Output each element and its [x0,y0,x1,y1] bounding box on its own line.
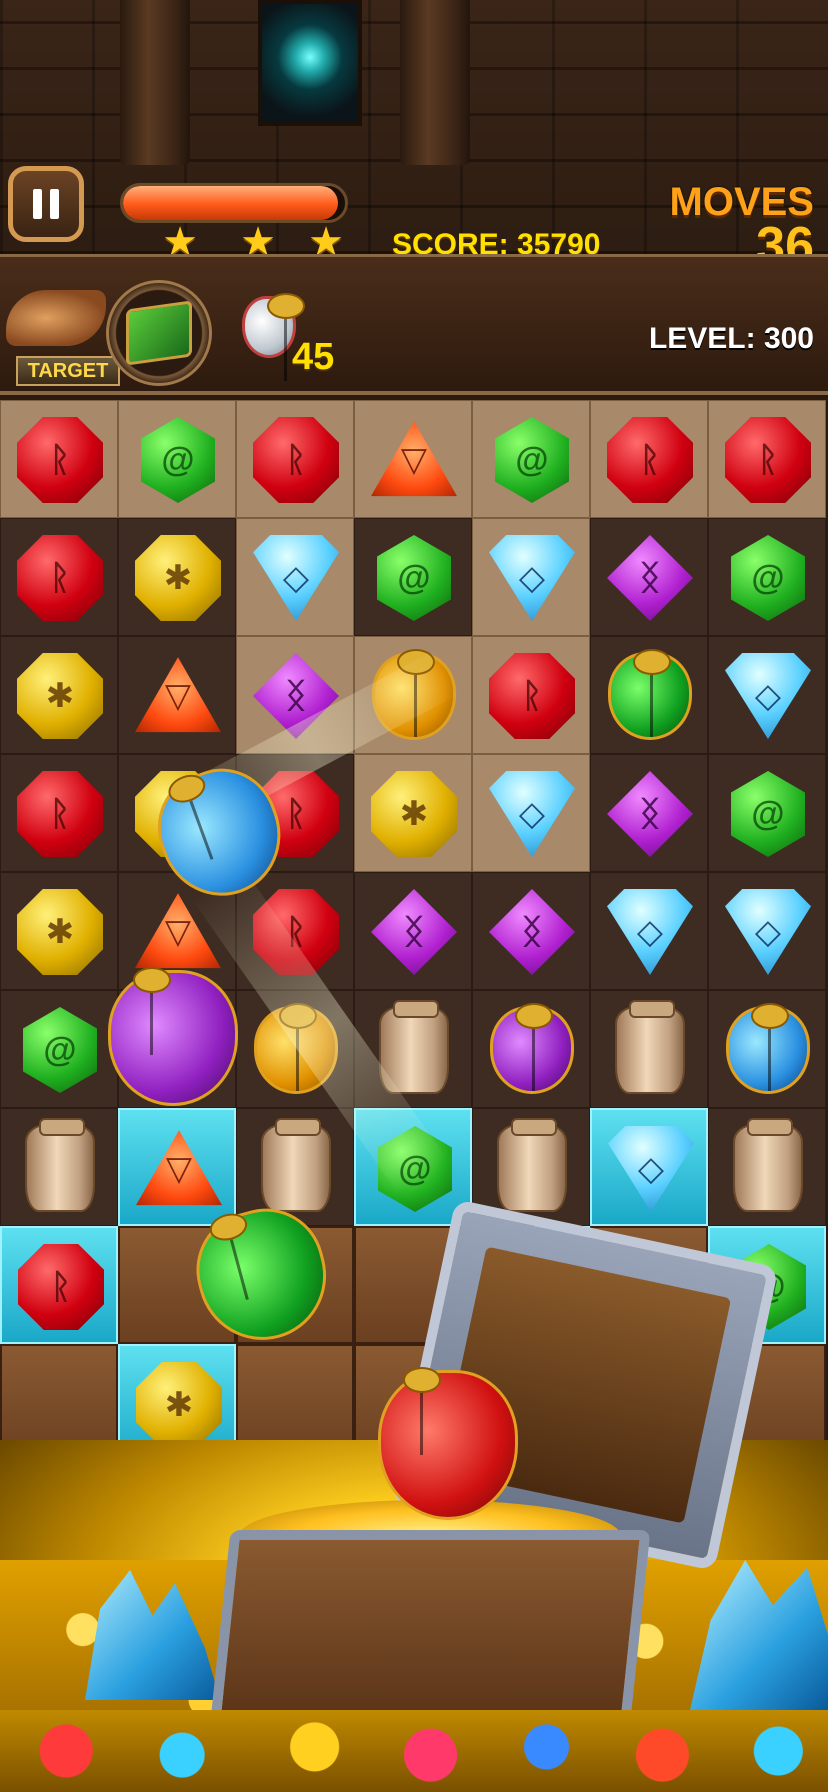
board-cell[interactable]: ◇ [708,636,826,754]
orange-gem-icon[interactable]: ▽ [369,415,459,505]
stone-pillar [120,0,190,165]
board-cell[interactable]: ᚱ [0,1226,118,1344]
pause-icon [33,189,42,219]
target-count: 45 [292,336,335,378]
yellow-gem-icon[interactable]: ✱ [15,887,105,977]
board-cell[interactable]: ◇ [708,872,826,990]
board-cell[interactable]: ᛝ [472,872,590,990]
vase-icon[interactable] [723,1118,813,1213]
green-gem-icon[interactable]: @ [369,533,459,623]
board-cell[interactable] [236,1108,354,1226]
board-cell[interactable]: ◇ [590,1108,708,1226]
orange-gem-icon[interactable]: ▽ [134,1124,224,1214]
green-gem-icon[interactable]: @ [133,415,223,505]
flying-scarab [142,753,298,913]
board-cell[interactable]: ▽ [118,1108,236,1226]
board-cell[interactable]: ✱ [354,754,472,872]
score-progress-bar [120,183,348,223]
board-cell[interactable]: ◇ [472,518,590,636]
board-cell[interactable] [590,990,708,1108]
progress-fill [123,186,339,220]
vase-icon[interactable] [487,1118,577,1213]
board-cell[interactable]: ᚱ [472,636,590,754]
board-cell[interactable]: ✱ [0,872,118,990]
red-gem-icon[interactable]: ᚱ [16,1242,106,1332]
yellow-gem-icon[interactable]: ✱ [133,533,223,623]
board-cell[interactable]: ᚱ [0,518,118,636]
purple-gem-icon[interactable]: ᛝ [605,769,695,859]
level-text: LEVEL: 300 [648,322,814,355]
board-cell[interactable] [590,636,708,754]
board-cell[interactable]: ᚱ [0,400,118,518]
board-cell[interactable]: ▽ [354,400,472,518]
board-cell[interactable]: ᛝ [354,872,472,990]
red-gem-icon[interactable]: ᚱ [605,415,695,505]
board-cell[interactable] [0,1108,118,1226]
blue-gem-icon[interactable]: ◇ [251,533,341,623]
board-cell[interactable]: ᛝ [590,754,708,872]
board-cell[interactable]: ᚱ [590,400,708,518]
green-gem-icon[interactable]: @ [15,1005,105,1095]
scarab-blue-icon[interactable] [723,1003,813,1095]
board-cell[interactable] [708,1108,826,1226]
scarab-target-icon [242,293,305,381]
scarab-green-icon[interactable] [605,649,695,741]
board-cell[interactable]: @ [472,400,590,518]
board-cell[interactable]: @ [708,754,826,872]
red-gem-icon[interactable]: ᚱ [15,769,105,859]
board-cell[interactable]: ◇ [472,754,590,872]
board-cell[interactable]: ᚱ [708,400,826,518]
yellow-gem-icon[interactable]: ✱ [15,651,105,741]
blue-gem-icon[interactable]: ◇ [487,769,577,859]
board-cell[interactable]: @ [354,518,472,636]
board-cell[interactable]: ᛝ [590,518,708,636]
red-gem-icon[interactable]: ᚱ [487,651,577,741]
flying-scarab [108,967,238,1106]
blue-gem-icon[interactable]: ◇ [605,887,695,977]
purple-gem-icon[interactable]: ᛝ [605,533,695,623]
vase-icon[interactable] [605,1000,695,1095]
green-gem-icon[interactable]: @ [723,533,813,623]
board-cell[interactable]: ◇ [236,518,354,636]
treasure-chest [209,1530,651,1730]
flying-scarab [183,1195,341,1355]
purple-gem-icon[interactable]: ᛝ [487,887,577,977]
board-cell[interactable]: ✱ [118,518,236,636]
gem-pile [0,1710,828,1792]
blue-gem-icon[interactable]: ◇ [606,1124,696,1214]
board-cell[interactable] [708,990,826,1108]
target-book-icon [106,280,212,386]
target-label: TARGET [16,356,120,386]
purple-gem-icon[interactable]: ᛝ [369,887,459,977]
board-cell[interactable]: ▽ [118,636,236,754]
board-cell[interactable]: ᚱ [236,400,354,518]
green-gem-icon[interactable]: @ [723,769,813,859]
blue-gem-icon[interactable]: ◇ [723,651,813,741]
board-cell[interactable]: ✱ [0,636,118,754]
board-cell[interactable]: ◇ [590,872,708,990]
stone-pillar [400,0,470,165]
red-gem-icon[interactable]: ᚱ [251,415,341,505]
board-cell[interactable]: @ [708,518,826,636]
green-gem-icon[interactable]: @ [487,415,577,505]
board-cell[interactable]: ᚱ [0,754,118,872]
red-gem-icon[interactable]: ᚱ [15,415,105,505]
yellow-gem-icon[interactable]: ✱ [134,1360,224,1450]
glowing-portal [258,0,362,126]
yellow-gem-icon[interactable]: ✱ [369,769,459,859]
orange-gem-icon[interactable]: ▽ [133,651,223,741]
pause-button[interactable] [8,166,84,242]
red-gem-icon[interactable]: ᚱ [15,533,105,623]
board-cell[interactable] [472,990,590,1108]
board-cell[interactable]: @ [0,990,118,1108]
vase-icon[interactable] [15,1118,105,1213]
vase-icon[interactable] [251,1118,341,1213]
blue-gem-icon[interactable]: ◇ [723,887,813,977]
flying-scarab [378,1367,518,1520]
board-cell[interactable]: @ [118,400,236,518]
scarab-purple-icon[interactable] [487,1003,577,1095]
red-gem-icon[interactable]: ᚱ [723,415,813,505]
blue-gem-icon[interactable]: ◇ [487,533,577,623]
